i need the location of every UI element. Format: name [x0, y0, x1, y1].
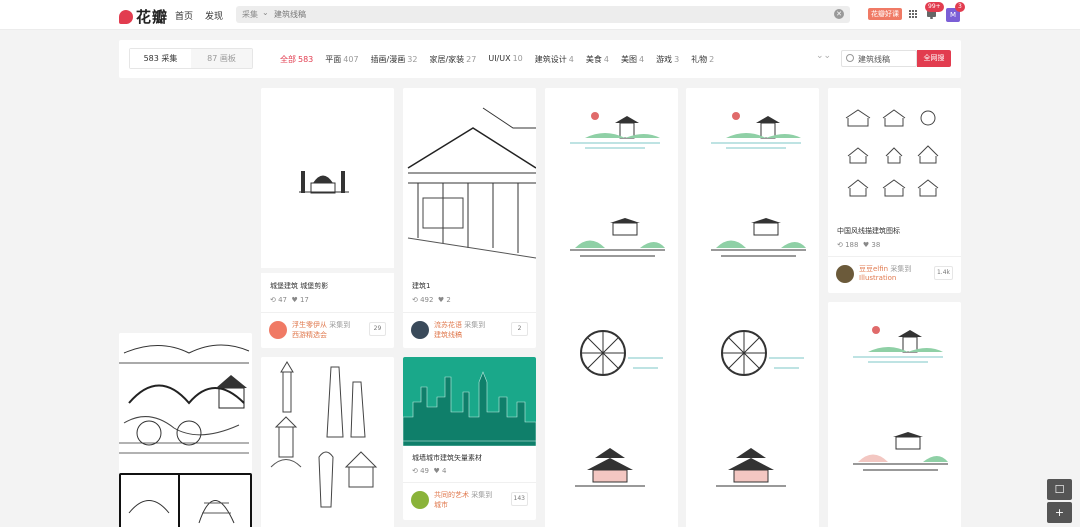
pin-user[interactable]: 豆豆elfin 采集到 — [859, 264, 911, 274]
avatar[interactable] — [411, 321, 429, 339]
avatar[interactable] — [269, 321, 287, 339]
pin-image — [261, 357, 394, 527]
logo-text: 花瓣 — [136, 8, 169, 26]
board-count: 2 — [511, 322, 528, 336]
search-bar[interactable]: 采集 ⌄ 建筑线稿 ✕ — [236, 6, 850, 23]
filter-search-input[interactable]: 建筑线稿 — [841, 50, 917, 67]
category-home[interactable]: 家居/家装 27 — [429, 54, 476, 65]
pin-image — [686, 88, 819, 527]
pin-user[interactable]: 浮生零伊从 采集到 — [292, 320, 350, 330]
search-input[interactable]: 建筑线稿 — [274, 9, 306, 20]
pin-stats: ⟲ 188 ♥ 38 — [837, 241, 881, 249]
logo-mark-icon — [119, 9, 133, 24]
pin-image — [545, 88, 678, 527]
pin-stats: ⟲ 49 ♥ 4 — [412, 467, 447, 475]
category-all[interactable]: 全部 583 — [280, 54, 313, 65]
pin-image — [261, 88, 394, 268]
pin-card-sketch[interactable] — [119, 473, 252, 527]
pin-card-icons-set-a[interactable] — [545, 88, 678, 527]
pin-image — [119, 473, 252, 527]
board-count: 143 — [510, 492, 528, 506]
board-count: 1.4k — [933, 266, 953, 280]
pin-footer: 浮生零伊从 采集到 西游精选会 29 — [261, 312, 394, 348]
pin-title: 建筑1 — [412, 282, 431, 290]
pin-card-icons-set-b[interactable] — [686, 88, 819, 527]
pin-footer: 流苏花语 采集到 建筑线稿 2 — [403, 312, 536, 348]
pin-card-pavilion-icons[interactable] — [828, 302, 961, 527]
category-photos[interactable]: 美图 4 — [621, 54, 644, 65]
category-games[interactable]: 游戏 3 — [656, 54, 679, 65]
image-watermark-strip — [261, 268, 394, 273]
tab-pins[interactable]: 583 采集 — [130, 49, 191, 68]
pin-card-city[interactable]: 城墙城市建筑矢量素材 ⟲ 49 ♥ 4 共同的艺术 采集到 城市 143 — [403, 357, 536, 520]
pin-user[interactable]: 共同的艺术 采集到 — [434, 490, 492, 500]
category-list: 全部 583 平面 407 插画/漫画 32 家居/家装 27 UI/UX 10 建筑设计… — [280, 54, 714, 65]
notification-badge: 99+ — [925, 2, 944, 12]
apps-grid-icon[interactable] — [909, 10, 918, 19]
pin-board[interactable]: 城市 — [434, 500, 448, 510]
logo[interactable]: 花瓣 — [119, 6, 168, 27]
category-graphic[interactable]: 平面 407 — [325, 54, 358, 65]
chevron-down-icon[interactable]: ⌄ — [262, 8, 269, 17]
avatar[interactable] — [411, 491, 429, 509]
pin-stats: ⟲ 492 ♥ 2 — [412, 296, 451, 304]
pin-image — [828, 302, 961, 527]
search-icon — [846, 54, 854, 62]
avatar[interactable] — [836, 265, 854, 283]
pin-card-chinese-icons[interactable]: 中国风线描建筑图标 ⟲ 188 ♥ 38 豆豆elfin 采集到 Illustr… — [828, 88, 961, 293]
pin-image — [828, 88, 961, 218]
pin-card-castle[interactable]: 城堡建筑 城堡剪影 ⟲ 47 ♥ 17 浮生零伊从 采集到 西游精选会 29 — [261, 88, 394, 348]
pin-card-towers[interactable] — [261, 357, 394, 527]
category-illustration[interactable]: 插画/漫画 32 — [371, 54, 418, 65]
promo-button[interactable]: 花瓣好课 — [868, 8, 902, 20]
pin-footer: 豆豆elfin 采集到 Illustration 1.4k — [828, 256, 961, 292]
expand-categories-icon[interactable]: ⌄⌄ — [816, 51, 831, 61]
feedback-button[interactable]: ☐ — [1047, 479, 1072, 500]
category-gifts[interactable]: 礼物 2 — [691, 54, 714, 65]
pin-card-temple[interactable]: 建筑1 ⟲ 492 ♥ 2 流苏花语 采集到 建筑线稿 2 — [403, 88, 536, 348]
add-button[interactable]: + — [1047, 502, 1072, 523]
pin-footer: 共同的艺术 采集到 城市 143 — [403, 482, 536, 518]
pin-title: 中国风线描建筑图标 — [837, 227, 900, 235]
clear-search-icon[interactable]: ✕ — [834, 9, 844, 19]
search-all-button[interactable]: 全网搜 — [917, 50, 951, 67]
pin-image — [119, 333, 252, 473]
pin-card-bridge[interactable] — [119, 333, 252, 473]
filter-bar: 583 采集 87 画板 全部 583 平面 407 插画/漫画 32 家居/家装 27… — [119, 40, 961, 78]
nav-discover[interactable]: 发现 — [205, 9, 223, 22]
nav-home[interactable]: 首页 — [175, 9, 193, 22]
result-type-toggle: 583 采集 87 画板 — [129, 48, 253, 69]
board-count: 29 — [369, 322, 386, 336]
category-architecture[interactable]: 建筑设计 4 — [535, 54, 574, 65]
search-scope[interactable]: 采集 — [242, 9, 258, 20]
tab-boards[interactable]: 87 画板 — [191, 49, 252, 68]
pin-board[interactable]: 建筑线稿 — [434, 330, 462, 340]
category-uiux[interactable]: UI/UX 10 — [488, 54, 522, 65]
category-food[interactable]: 美食 4 — [586, 54, 609, 65]
pin-image — [403, 88, 536, 268]
pin-stats: ⟲ 47 ♥ 17 — [270, 296, 309, 304]
pin-image — [403, 357, 536, 446]
pin-board[interactable]: Illustration — [859, 274, 896, 282]
pin-user[interactable]: 流苏花语 采集到 — [434, 320, 485, 330]
pin-title: 城墙城市建筑矢量素材 — [412, 454, 482, 462]
top-navigation-bar: 花瓣 首页 发现 采集 ⌄ 建筑线稿 ✕ 花瓣好课 99+ M 3 — [0, 0, 1080, 30]
avatar-badge: 3 — [955, 2, 965, 12]
pin-title: 城堡建筑 城堡剪影 — [270, 282, 329, 290]
pin-board[interactable]: 西游精选会 — [292, 330, 327, 340]
